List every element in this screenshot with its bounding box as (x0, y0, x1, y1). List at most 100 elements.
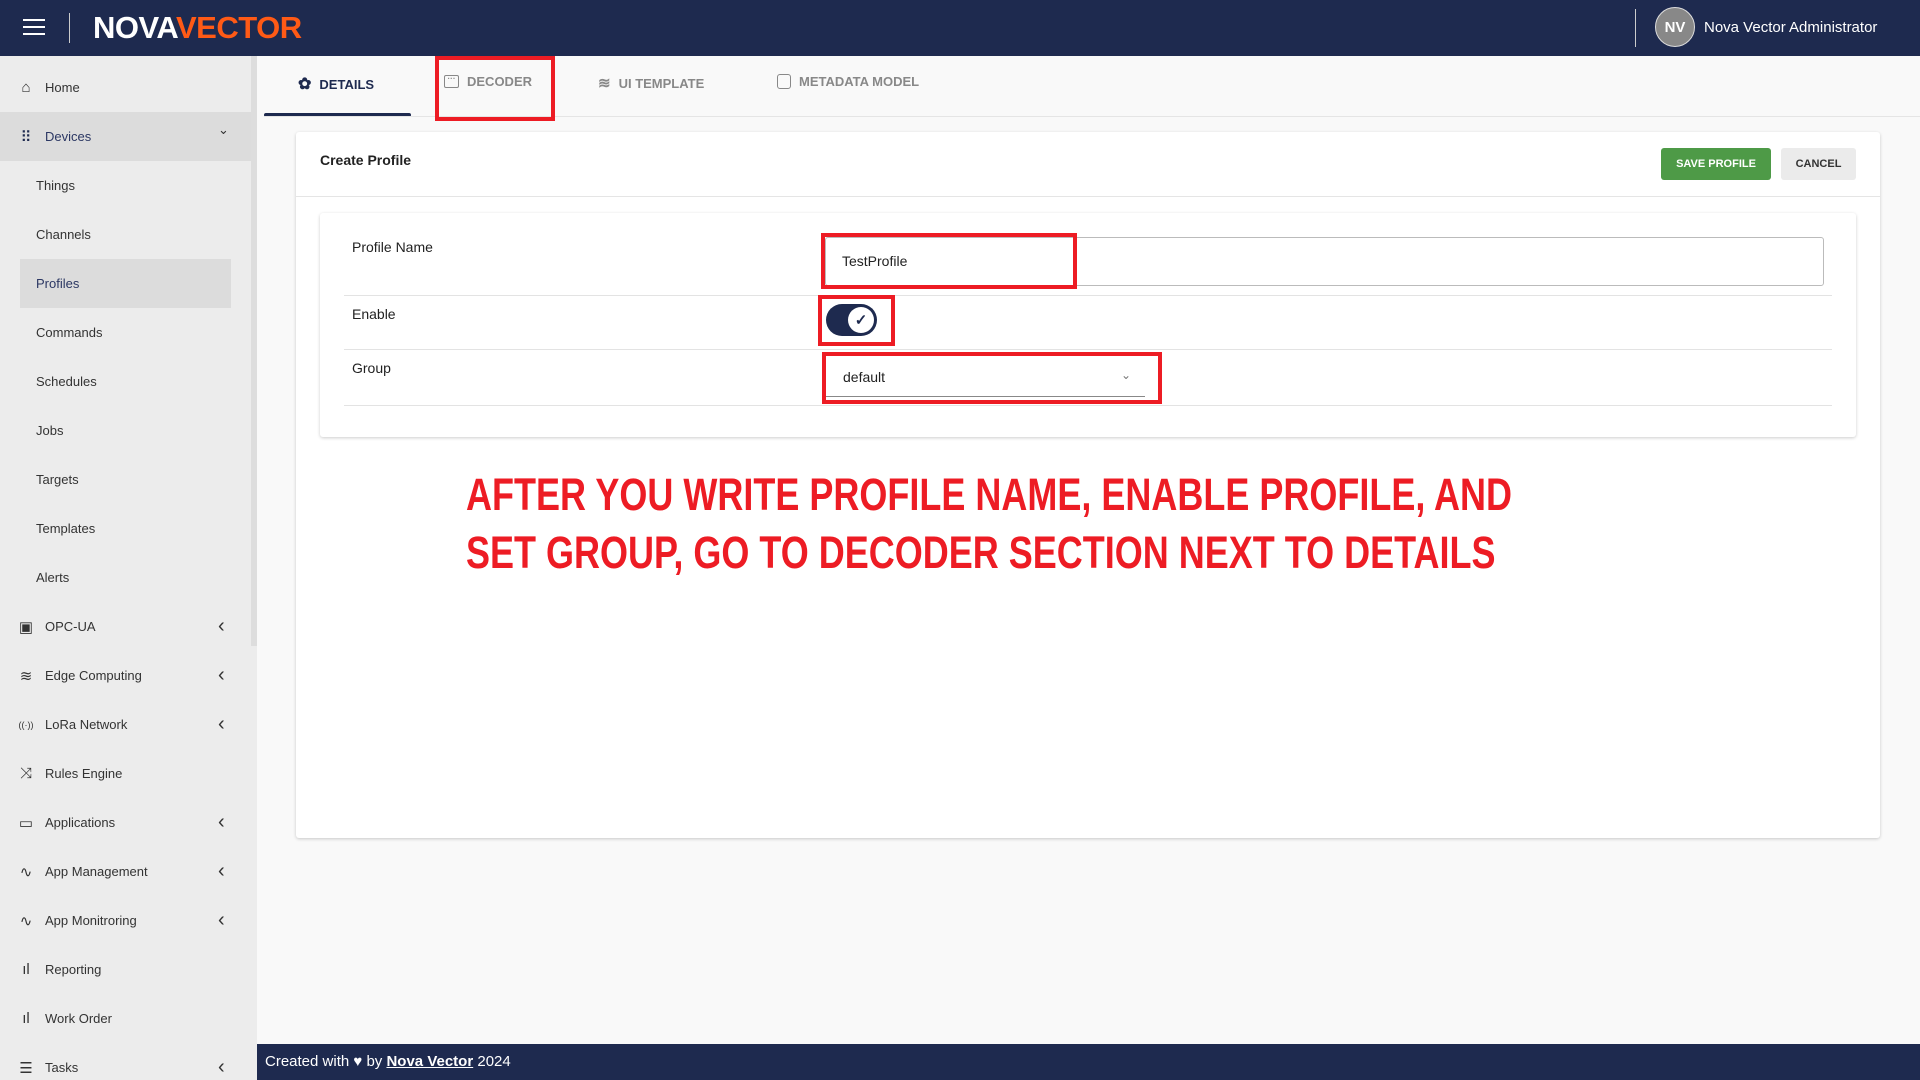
footer-year: 2024 (477, 1053, 511, 1070)
sidebar-item-label: Rules Engine (45, 766, 123, 781)
sidebar-item-work-order[interactable]: ıl Work Order (0, 994, 251, 1043)
sidebar-item-app-management[interactable]: ∿ App Management ‹ (0, 847, 251, 896)
sidebar-item-label: Things (36, 178, 76, 193)
clipboard-icon (777, 74, 791, 89)
sidebar-item-label: Schedules (36, 374, 97, 389)
cancel-button[interactable]: CANCEL (1781, 148, 1856, 180)
sidebar-item-devices[interactable]: ⠿ Devices ⌄ (0, 112, 251, 161)
annotation-text: AFTER YOU WRITE PROFILE NAME, ENABLE PRO… (466, 466, 1512, 582)
hamburger-menu-icon[interactable] (23, 19, 45, 35)
annotation-line-1: AFTER YOU WRITE PROFILE NAME, ENABLE PRO… (466, 469, 1513, 520)
sidebar-item-label: OPC-UA (45, 619, 96, 634)
sidebar-item-templates[interactable]: Templates (0, 504, 251, 553)
sidebar-item-profiles[interactable]: Profiles (20, 259, 231, 308)
top-header: NOVAVECTOR NV Nova Vector Administrator (0, 0, 1920, 56)
sidebar-item-label: Edge Computing (45, 668, 142, 683)
sidebar-item-channels[interactable]: Channels (0, 210, 251, 259)
tab-ui-template[interactable]: ≋ UI TEMPLATE (598, 74, 704, 92)
tab-label: METADATA MODEL (799, 74, 920, 89)
monitor-icon: ▭ (18, 814, 34, 832)
sidebar-item-rules-engine[interactable]: ⤨ Rules Engine (0, 749, 251, 798)
sidebar-item-alerts[interactable]: Alerts (0, 553, 251, 602)
shuffle-icon: ⤨ (19, 765, 32, 782)
card-title: Create Profile (320, 152, 412, 168)
profile-name-label: Profile Name (352, 239, 433, 255)
sidebar: ⌂ Home ⠿ Devices ⌄ Things Channels Profiles Comm… (0, 56, 257, 1080)
chevron-left-icon: ‹ (218, 1056, 225, 1078)
sidebar-item-edge-computing[interactable]: ≋ Edge Computing ‹ (0, 651, 251, 700)
chevron-left-icon: ‹ (218, 909, 225, 931)
sidebar-item-opc-ua[interactable]: ▣ OPC-UA ‹ (0, 602, 251, 651)
sidebar-item-label: App Management (45, 864, 148, 879)
chevron-left-icon: ‹ (218, 860, 225, 882)
sidebar-item-commands[interactable]: Commands (0, 308, 251, 357)
footer: Created with ♥ by Nova Vector 2024 (257, 1044, 1920, 1080)
sidebar-item-label: Templates (36, 521, 96, 536)
sidebar-item-label: App Monitroring (45, 913, 137, 928)
annotation-highlight-group (822, 352, 1162, 404)
activity-icon: ∿ (19, 912, 33, 930)
gear-icon: ✿ (298, 76, 312, 93)
sidebar-item-schedules[interactable]: Schedules (0, 357, 251, 406)
sidebar-item-label: Work Order (45, 1011, 112, 1026)
sidebar-item-label: Channels (36, 227, 91, 242)
sidebar-item-tasks[interactable]: ☰ Tasks ‹ (0, 1043, 251, 1080)
logo[interactable]: NOVAVECTOR (93, 10, 302, 46)
tab-label: UI TEMPLATE (618, 75, 705, 91)
sidebar-item-label: Home (45, 80, 80, 95)
sidebar-item-lora-network[interactable]: ((·)) LoRa Network ‹ (0, 700, 251, 749)
apps-icon: ▣ (18, 618, 34, 636)
tab-metadata-model[interactable]: METADATA MODEL (777, 74, 919, 89)
tab-label: DETAILS (319, 76, 375, 92)
sidebar-item-label: Reporting (45, 962, 102, 977)
sidebar-item-label: Alerts (36, 570, 70, 585)
save-profile-button[interactable]: SAVE PROFILE (1661, 148, 1771, 180)
annotation-highlight-name (821, 233, 1077, 289)
sidebar-item-targets[interactable]: Targets (0, 455, 251, 504)
sidebar-item-label: Profiles (36, 276, 80, 291)
chevron-left-icon: ‹ (218, 664, 225, 686)
chevron-left-icon: ‹ (218, 615, 225, 637)
enable-label: Enable (352, 306, 396, 322)
chevron-down-icon: ⌄ (218, 122, 229, 137)
card-header-divider (296, 196, 1880, 197)
divider (1635, 9, 1636, 47)
grid-dots-icon: ⠿ (20, 128, 32, 146)
layers-icon: ≋ (19, 667, 33, 685)
group-label: Group (352, 360, 391, 376)
annotation-highlight-decoder (435, 56, 555, 121)
avatar[interactable]: NV (1655, 7, 1695, 47)
sidebar-item-reporting[interactable]: ıl Reporting (0, 945, 251, 994)
sidebar-item-label: Devices (45, 129, 92, 144)
logo-nova: NOVA (93, 10, 176, 45)
sidebar-item-applications[interactable]: ▭ Applications ‹ (0, 798, 251, 847)
sidebar-item-jobs[interactable]: Jobs (0, 406, 251, 455)
row-divider (344, 295, 1832, 296)
sidebar-item-label: Jobs (36, 423, 64, 438)
chevron-left-icon: ‹ (218, 811, 225, 833)
sidebar-item-label: Applications (45, 815, 116, 830)
tab-details[interactable]: ✿ DETAILS (298, 74, 374, 94)
home-icon: ⌂ (21, 79, 31, 96)
bar-chart-icon: ıl (22, 1010, 30, 1027)
sidebar-item-app-monitroring[interactable]: ∿ App Monitroring ‹ (0, 896, 251, 945)
annotation-highlight-enable (818, 295, 895, 346)
row-divider (344, 405, 1832, 406)
chevron-left-icon: ‹ (218, 713, 225, 735)
sidebar-scrollbar[interactable] (251, 56, 257, 646)
activity-icon: ∿ (19, 863, 33, 881)
annotation-line-2: SET GROUP, GO TO DECODER SECTION NEXT TO… (466, 527, 1496, 578)
sidebar-item-label: Tasks (45, 1060, 79, 1075)
sidebar-item-label: Targets (36, 472, 79, 487)
layers-icon: ≋ (598, 75, 611, 92)
sidebar-item-home[interactable]: ⌂ Home (0, 63, 251, 112)
sidebar-item-things[interactable]: Things (0, 161, 251, 210)
row-divider (344, 349, 1832, 350)
user-name[interactable]: Nova Vector Administrator (1704, 19, 1877, 36)
list-icon: ☰ (19, 1059, 33, 1077)
footer-text: Created with ♥ by (265, 1053, 383, 1070)
logo-vector: VECTOR (175, 10, 302, 45)
footer-link[interactable]: Nova Vector (386, 1053, 473, 1070)
antenna-icon: ((·)) (18, 719, 34, 730)
bar-chart-icon: ıl (22, 961, 30, 978)
